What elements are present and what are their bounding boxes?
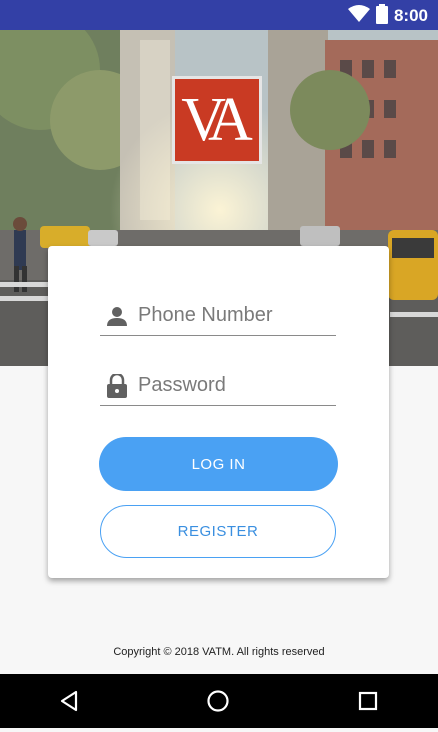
phone-number-field[interactable]	[100, 296, 336, 336]
login-card: LOG IN REGISTER	[48, 246, 389, 578]
password-input[interactable]	[138, 374, 328, 397]
wifi-icon	[347, 4, 370, 28]
battery-icon	[375, 3, 388, 29]
copyright-text: Copyright © 2018 VATM. All rights reserv…	[113, 646, 325, 658]
back-icon[interactable]	[56, 688, 82, 714]
phone-number-input[interactable]	[138, 304, 328, 327]
login-button[interactable]: LOG IN	[99, 437, 338, 491]
person-icon	[106, 304, 128, 328]
lock-icon	[106, 373, 128, 398]
password-field[interactable]	[100, 366, 336, 406]
logo-text: VA	[181, 86, 252, 154]
home-icon[interactable]	[205, 688, 231, 714]
status-icons: 8:00	[347, 3, 428, 29]
status-bar: 8:00	[0, 0, 438, 30]
status-time: 8:00	[393, 6, 428, 25]
recents-icon[interactable]	[355, 688, 381, 714]
register-button[interactable]: REGISTER	[100, 505, 336, 558]
navigation-bar	[0, 674, 438, 728]
app-logo: VA	[172, 76, 262, 164]
